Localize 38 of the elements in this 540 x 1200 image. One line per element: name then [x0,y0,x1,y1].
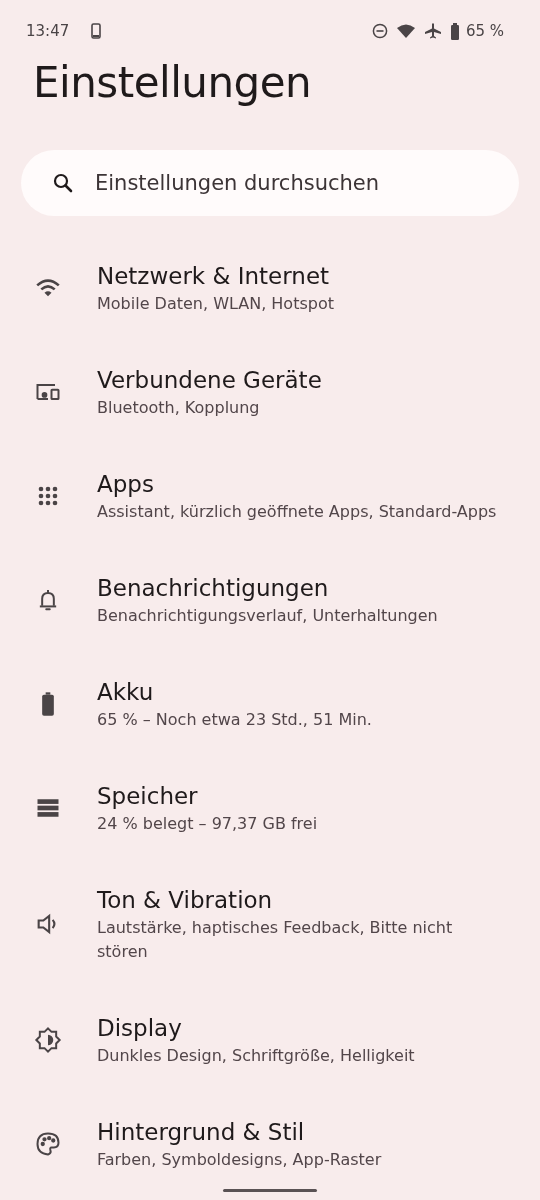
wifi-icon [395,23,416,39]
item-subtitle: 24 % belegt – 97,37 GB frei [97,813,319,835]
item-title: Speicher [97,782,199,811]
item-subtitle: Lautstärke, haptisches Feedback, Bitte nicht stören [97,917,454,963]
phone-icon [91,23,102,39]
item-subtitle: Assistant, kürzlich geöffnete Apps, Standard-Apps [97,501,498,523]
settings-item[interactable]: Display Dunkles Design, Schriftgröße, Helligkeit [0,988,540,1092]
item-title: Verbundene Geräte [97,366,323,395]
settings-item[interactable]: Netzwerk & Internet Mobile Daten, WLAN, Hotspot [0,236,540,340]
airplane-icon [423,22,442,40]
settings-item[interactable]: Apps Assistant, kürzlich geöffnete Apps, Standard-Apps [0,444,540,548]
battery-percentage: 65 % [465,22,504,40]
settings-item[interactable]: Akku 65 % – Noch etwa 23 Std., 51 Min. [0,652,540,756]
settings-item[interactable]: Speicher 24 % belegt – 97,37 GB frei [0,756,540,860]
brightness-icon [33,1026,62,1054]
status-time: 13:47 [26,22,70,40]
settings-item[interactable]: Verbundene Geräte Bluetooth, Kopplung [0,340,540,444]
item-title: Hintergrund & Stil [97,1118,306,1147]
gesture-handle[interactable] [223,1189,317,1192]
search-field[interactable]: Einstellungen durchsuchen [21,150,519,216]
item-title: Benachrichtigungen [97,574,330,603]
item-title: Akku [97,678,155,707]
item-subtitle: 65 % – Noch etwa 23 Std., 51 Min. [97,709,373,731]
item-subtitle: Benachrichtigungsverlauf, Unterhaltungen [97,605,439,627]
do-not-disturb-icon [371,23,388,39]
item-title: Display [97,1014,183,1043]
item-title: Ton & Vibration [97,886,274,915]
item-subtitle: Mobile Daten, WLAN, Hotspot [97,293,335,315]
item-subtitle: Dunkles Design, Schriftgröße, Helligkeit [97,1045,416,1067]
item-subtitle: Farben, Symboldesigns, App-Raster [97,1149,383,1171]
page-title: Einstellungen [32,62,313,109]
settings-item[interactable]: Hintergrund & Stil Farben, Symboldesigns, App-Raster [0,1092,540,1196]
battery-icon [449,22,460,40]
item-subtitle: Bluetooth, Kopplung [97,397,261,419]
item-title: Netzwerk & Internet [97,262,331,291]
item-title: Apps [97,470,155,499]
settings-item[interactable]: Benachrichtigungen Benachrichtigungsverlauf, Unterhaltungen [0,548,540,652]
settings-item[interactable]: Ton & Vibration Lautstärke, haptisches Feedback, Bitte nicht stören [0,860,540,988]
